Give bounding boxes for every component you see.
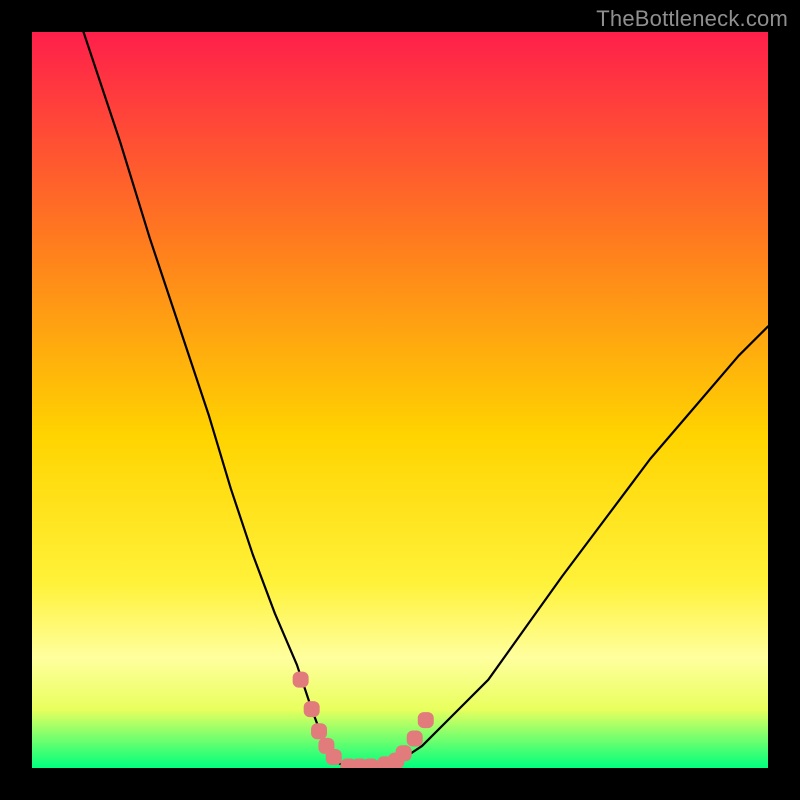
plot-svg [32,32,768,768]
highlight-marker [396,745,412,761]
highlight-marker [311,723,327,739]
highlight-marker [293,672,309,688]
plot-area [32,32,768,768]
highlight-marker [407,731,423,747]
highlight-marker [326,749,342,765]
highlight-marker [304,701,320,717]
gradient-background [32,32,768,768]
highlight-marker [418,712,434,728]
highlight-marker [363,759,379,768]
watermark-text: TheBottleneck.com [596,6,788,32]
chart-frame: TheBottleneck.com [0,0,800,800]
